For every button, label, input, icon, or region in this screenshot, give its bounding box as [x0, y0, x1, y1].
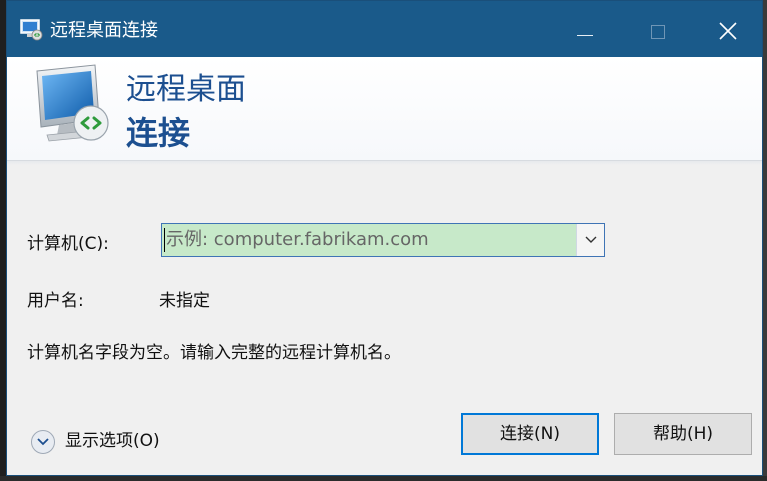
maximize-button[interactable]	[627, 9, 687, 53]
computer-dropdown-button[interactable]	[576, 224, 604, 256]
show-options-label[interactable]: 显示选项(O)	[65, 430, 160, 452]
remote-desktop-app-icon	[20, 19, 43, 41]
title-bar[interactable]: 远程桌面连接	[7, 1, 762, 57]
status-message: 计算机名字段为空。请输入完整的远程计算机名。	[27, 343, 401, 363]
username-label: 用户名:	[27, 291, 84, 311]
close-icon	[719, 22, 737, 40]
text-cursor	[164, 228, 165, 252]
background-window-edge	[763, 0, 767, 481]
header-banner: 远程桌面 连接	[7, 57, 762, 161]
remote-desktop-window: 远程桌面连接 远程桌面 连接 计算机(C): 示例: computer.fabr…	[6, 0, 763, 476]
banner-divider	[7, 161, 762, 165]
minimize-icon	[577, 35, 593, 36]
banner-title-line1: 远程桌面	[126, 72, 246, 107]
username-value: 未指定	[159, 291, 210, 311]
remote-desktop-icon	[36, 64, 109, 142]
background-window-edge	[0, 476, 767, 481]
computer-label: 计算机(C):	[27, 234, 109, 254]
connect-button[interactable]: 连接(N)	[461, 413, 599, 455]
computer-input[interactable]: 示例: computer.fabrikam.com	[166, 229, 429, 251]
expand-chevron-icon[interactable]	[31, 430, 55, 454]
help-button[interactable]: 帮助(H)	[614, 413, 752, 455]
chevron-down-icon	[585, 236, 597, 243]
minimize-button[interactable]	[555, 9, 615, 53]
window-title: 远程桌面连接	[50, 20, 158, 41]
maximize-icon	[651, 25, 665, 39]
close-button[interactable]	[699, 9, 759, 53]
computer-combobox[interactable]: 示例: computer.fabrikam.com	[161, 223, 605, 257]
banner-title-line2: 连接	[126, 114, 191, 152]
